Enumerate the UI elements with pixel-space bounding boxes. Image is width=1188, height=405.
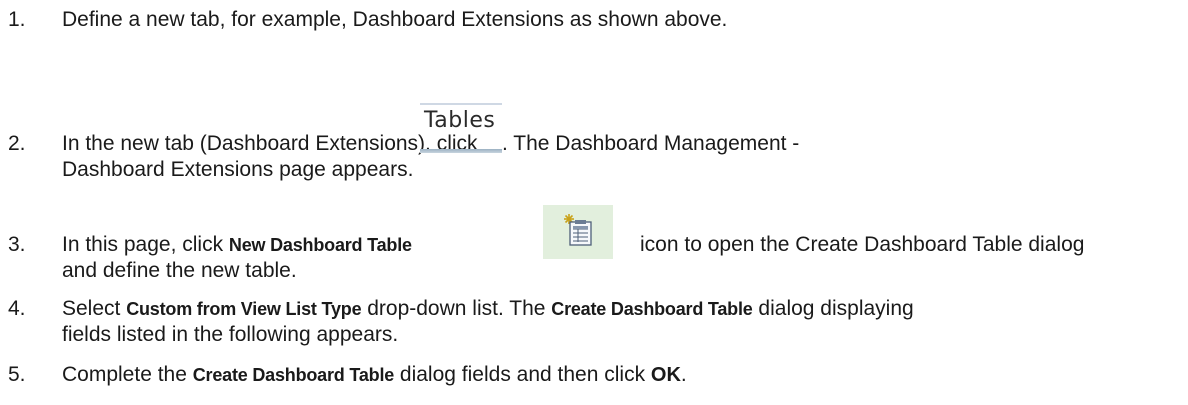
new-dashboard-table-label: New Dashboard Table <box>228 235 412 255</box>
step-number: 1. <box>8 8 26 31</box>
step-text-mid: dialog fields and then click <box>394 363 651 386</box>
step-text: Complete the Create Dashboard Table dial… <box>62 362 687 388</box>
step-text-after: dialog displaying <box>752 297 914 320</box>
step-text: In this page, click New Dashboard Table <box>62 232 412 258</box>
step-text-before: Complete the <box>62 363 193 386</box>
step-text-line2: and define the new table. <box>62 259 297 282</box>
step-text-mid: drop-down list. The <box>361 297 552 320</box>
new-table-icon <box>564 214 592 246</box>
step-text-before: In the new tab (Dashboard Extensions), c… <box>62 132 478 155</box>
step-text: In the new tab (Dashboard Extensions), c… <box>62 131 478 156</box>
step-text: Define a new tab, for example, Dashboard… <box>62 8 728 31</box>
step-text: Select Custom from View List Type drop-d… <box>62 296 914 322</box>
step-text-after: icon to open the Create Dashboard Table … <box>640 233 1085 256</box>
step-number: 3. <box>8 233 26 256</box>
tab-underline <box>420 149 502 153</box>
tables-tab-button[interactable]: Tables <box>420 103 502 153</box>
tab-top-border <box>420 103 502 105</box>
step-number: 5. <box>8 363 26 386</box>
step-text-after: . The Dashboard Management - <box>502 132 800 155</box>
tables-tab-label: Tables <box>424 108 496 133</box>
ok-label: OK <box>650 364 681 386</box>
step-text-after: . <box>680 363 687 386</box>
step-number: 4. <box>8 297 26 320</box>
create-dashboard-table-label: Create Dashboard Table <box>551 299 753 319</box>
step-text-line2: Dashboard Extensions page appears. <box>62 158 414 181</box>
view-list-type-label: Custom from View List Type <box>126 299 362 319</box>
step-text-line2: fields listed in the following appears. <box>62 323 399 346</box>
create-dashboard-table-label: Create Dashboard Table <box>192 365 395 385</box>
step-text-before: In this page, click <box>62 233 229 256</box>
step-text-before: Select <box>62 297 127 320</box>
new-dashboard-table-button[interactable] <box>543 205 613 259</box>
step-number: 2. <box>8 132 26 155</box>
